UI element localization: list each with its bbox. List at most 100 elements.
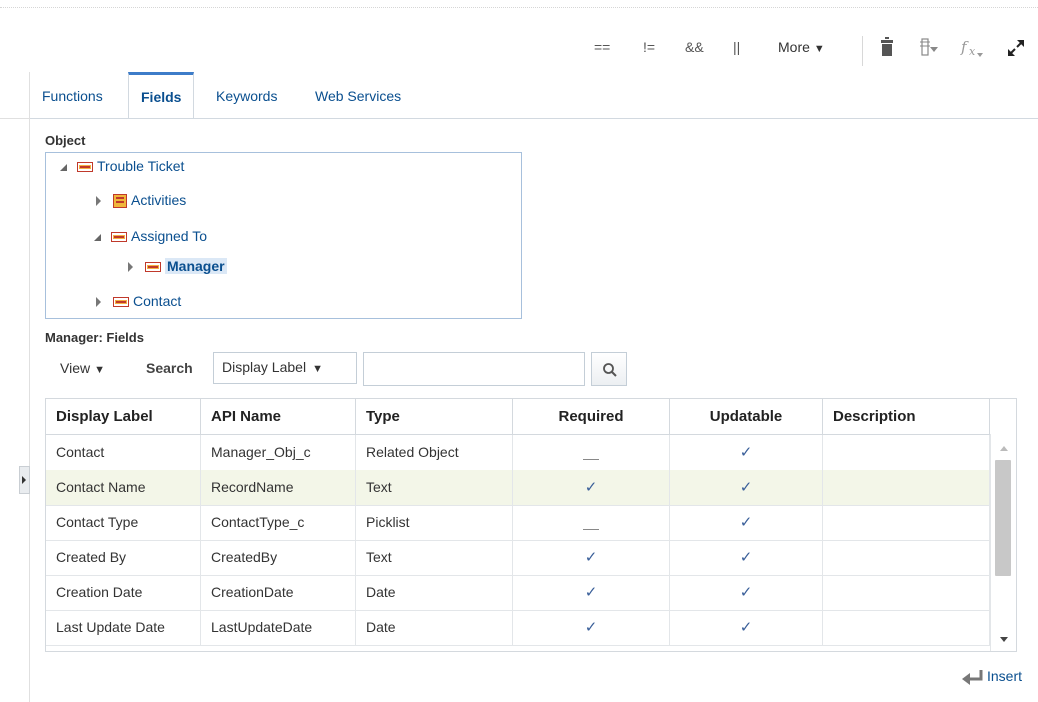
cell-required	[513, 435, 670, 470]
and-operator-button[interactable]: &&	[685, 39, 704, 55]
vertical-scrollbar[interactable]	[990, 434, 1016, 651]
cell-updatable-check-icon: ✓	[670, 540, 823, 575]
collapsed-triangle-icon[interactable]	[96, 196, 101, 207]
cell-display-label: Created By	[46, 540, 201, 575]
cell-type: Text	[356, 540, 513, 575]
panel-collapse-handle[interactable]	[19, 466, 30, 494]
chevron-down-icon: ▼	[94, 364, 105, 376]
left-panel-divider	[0, 118, 29, 119]
object-icon	[145, 262, 161, 273]
object-icon	[113, 297, 129, 308]
search-icon	[603, 363, 617, 377]
column-header-api-name[interactable]: API Name	[201, 399, 356, 434]
table-row[interactable]: Contact Type ContactType_c Picklist ✓	[46, 505, 990, 541]
not-equals-operator-button[interactable]: !=	[643, 39, 655, 55]
object-tree[interactable]: Trouble Ticket Activities Assigned To Ma…	[45, 152, 522, 319]
object-section-label: Object	[45, 133, 86, 148]
top-divider	[0, 7, 1038, 9]
expanded-triangle-icon[interactable]	[60, 163, 67, 171]
tab-web-services[interactable]: Web Services	[303, 72, 413, 117]
cell-api-name: CreationDate	[201, 575, 356, 610]
expanded-triangle-icon[interactable]	[94, 233, 101, 241]
search-button[interactable]	[591, 352, 627, 386]
cell-type: Date	[356, 610, 513, 645]
or-operator-button[interactable]: ||	[733, 39, 740, 55]
search-by-select[interactable]: Display Label ▼	[213, 352, 357, 384]
table-row[interactable]: Created By CreatedBy Text ✓ ✓	[46, 540, 990, 576]
equals-operator-button[interactable]: ==	[594, 39, 610, 55]
cell-description	[823, 540, 990, 575]
tree-node-assigned-to[interactable]: Assigned To	[94, 225, 207, 247]
table-row[interactable]: Contact Manager_Obj_c Related Object ✓	[46, 435, 990, 471]
toolbar-separator	[862, 36, 863, 66]
tab-keywords[interactable]: Keywords	[204, 72, 289, 117]
fields-table: Display Label API Name Type Required Upd…	[45, 398, 1017, 652]
cell-display-label: Contact Name	[46, 470, 201, 505]
cell-updatable-check-icon: ✓	[670, 470, 823, 505]
svg-text:f: f	[960, 38, 969, 56]
fields-section-label: Manager: Fields	[45, 330, 144, 345]
search-label: Search	[146, 360, 193, 376]
object-icon	[111, 232, 127, 243]
expression-toolbar: == != && || More ▼ fx	[0, 36, 1038, 66]
cell-required-check-icon: ✓	[513, 610, 670, 645]
table-header: Display Label API Name Type Required Upd…	[46, 399, 990, 435]
cell-display-label: Last Update Date	[46, 610, 201, 645]
cell-api-name: Manager_Obj_c	[201, 435, 356, 470]
insert-label: Insert	[987, 668, 1023, 684]
tree-node-manager[interactable]: Manager	[126, 255, 227, 277]
more-label: More	[778, 39, 810, 55]
tab-bar: Functions Fields Keywords Web Services	[30, 72, 1038, 119]
more-menu-button[interactable]: More ▼	[778, 39, 825, 55]
cell-api-name: CreatedBy	[201, 540, 356, 575]
chevron-down-icon: ▼	[312, 363, 323, 375]
cell-updatable-check-icon: ✓	[670, 505, 823, 540]
column-header-display-label[interactable]: Display Label	[46, 399, 201, 434]
table-row[interactable]: Last Update Date LastUpdateDate Date ✓ ✓	[46, 610, 990, 646]
dash-icon	[583, 458, 599, 460]
tree-node-contact[interactable]: Contact	[94, 290, 181, 312]
cell-description	[823, 610, 990, 645]
table-row[interactable]: Creation Date CreationDate Date ✓ ✓	[46, 575, 990, 611]
tree-node-trouble-ticket[interactable]: Trouble Ticket	[60, 155, 184, 177]
tree-node-activities[interactable]: Activities	[94, 189, 186, 211]
cell-updatable-check-icon: ✓	[670, 575, 823, 610]
function-icon[interactable]: fx	[960, 37, 986, 62]
insert-button[interactable]: Insert	[961, 668, 1023, 686]
column-header-required[interactable]: Required	[513, 399, 670, 434]
tab-functions[interactable]: Functions	[30, 72, 115, 117]
insert-icon	[962, 670, 983, 686]
cell-type: Picklist	[356, 505, 513, 540]
dash-icon	[583, 528, 599, 530]
scroll-thumb[interactable]	[995, 460, 1011, 576]
delete-icon[interactable]	[880, 37, 894, 60]
table-row[interactable]: Contact Name RecordName Text ✓ ✓	[46, 470, 990, 506]
cell-description	[823, 435, 990, 470]
cell-updatable-check-icon: ✓	[670, 435, 823, 470]
scroll-down-icon[interactable]	[1000, 637, 1008, 642]
search-input[interactable]	[363, 352, 585, 386]
column-header-description[interactable]: Description	[823, 399, 990, 434]
cell-required	[513, 505, 670, 540]
cell-updatable-check-icon: ✓	[670, 610, 823, 645]
scroll-up-icon[interactable]	[1000, 446, 1008, 451]
collapsed-triangle-icon[interactable]	[96, 297, 101, 308]
cell-api-name: RecordName	[201, 470, 356, 505]
view-menu-button[interactable]: View ▼	[60, 360, 105, 376]
column-header-type[interactable]: Type	[356, 399, 513, 434]
cell-required-check-icon: ✓	[513, 575, 670, 610]
expand-icon[interactable]	[1005, 37, 1027, 62]
chevron-right-icon	[22, 476, 26, 484]
cell-description	[823, 575, 990, 610]
collapsed-triangle-icon[interactable]	[128, 262, 133, 273]
filter-icon[interactable]	[918, 37, 940, 60]
cell-type: Date	[356, 575, 513, 610]
tab-fields[interactable]: Fields	[128, 72, 195, 118]
column-header-updatable[interactable]: Updatable	[670, 399, 823, 434]
cell-required-check-icon: ✓	[513, 540, 670, 575]
svg-text:x: x	[969, 45, 976, 58]
table-header-corner	[990, 399, 1016, 435]
cell-api-name: LastUpdateDate	[201, 610, 356, 645]
cell-type: Related Object	[356, 435, 513, 470]
cell-api-name: ContactType_c	[201, 505, 356, 540]
